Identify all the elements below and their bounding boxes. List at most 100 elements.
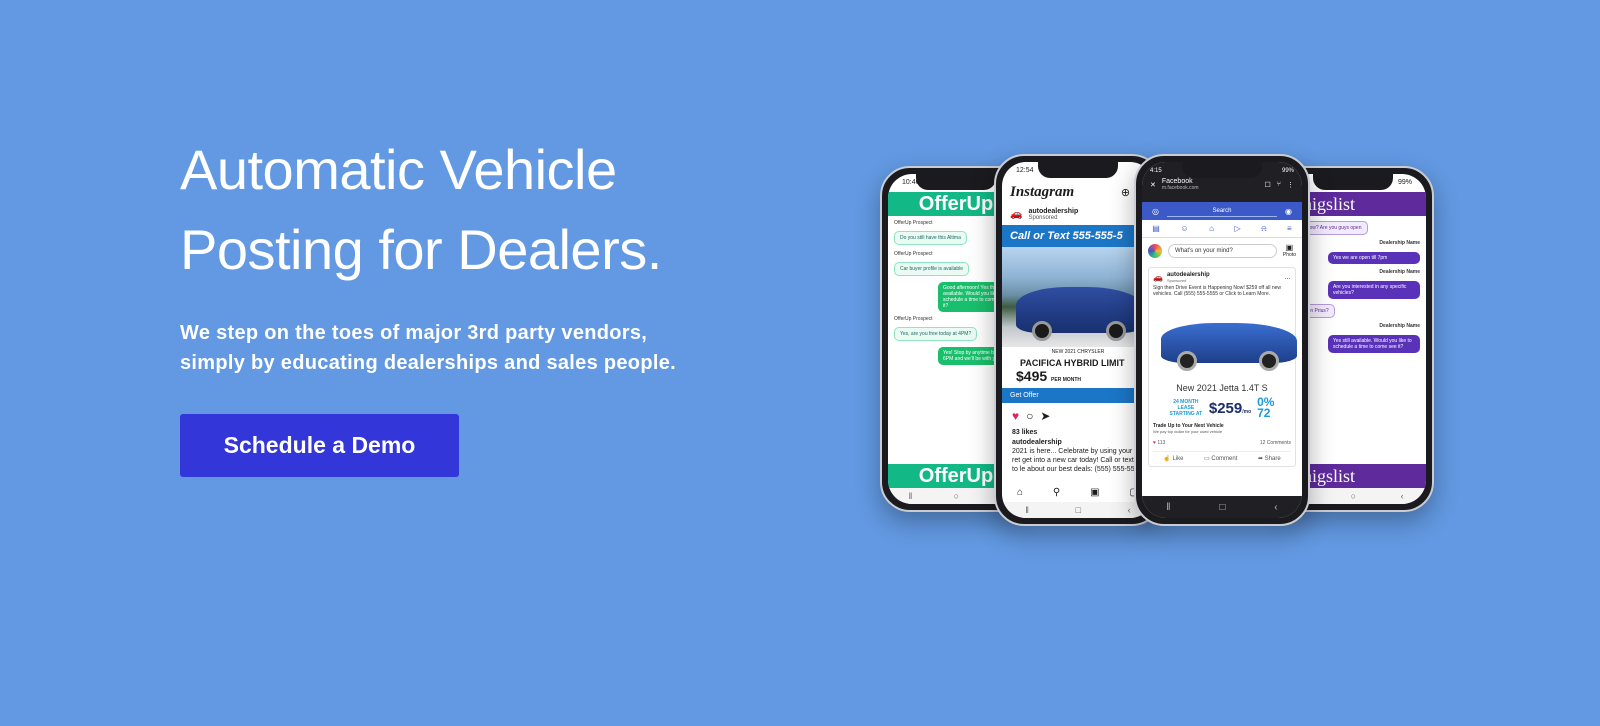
- facebook-search-bar: ◎ Search ◉: [1142, 202, 1302, 220]
- phone-notch: [1038, 162, 1118, 178]
- instagram-logo: Instagram: [1010, 183, 1075, 200]
- more-icon[interactable]: ⋮: [1287, 181, 1294, 189]
- share-icon[interactable]: ➤: [1040, 409, 1050, 423]
- sponsored-label: Sponsored: [1166, 278, 1187, 283]
- home-icon[interactable]: □: [1076, 505, 1081, 515]
- recents-icon[interactable]: ‖: [1166, 502, 1170, 513]
- share-label: Share: [1264, 456, 1281, 462]
- post-author: 🚗 autodealership Sponsored: [1002, 204, 1154, 225]
- instagram-screen: 12:54 Instagram ⊕ ♡ 🚗 autodealership Spo…: [1002, 162, 1154, 518]
- reaction-summary: ♥ 113 12 Comments: [1153, 440, 1291, 446]
- car-icon: 🚗: [1153, 273, 1163, 282]
- hero-title: Automatic Vehicle Posting for Dealers.: [180, 130, 740, 290]
- facebook-screen: 4:15 99% ✕ Facebook m.facebook.com ☐ ⑂ ⋮…: [1142, 162, 1302, 518]
- lease-offer: 24 MONTH LEASE STARTING AT $259/mo 0% 72: [1153, 395, 1291, 420]
- photo-label: Photo: [1282, 252, 1296, 258]
- wheel-shape: [1177, 351, 1197, 371]
- recents-icon[interactable]: ‖: [1025, 505, 1029, 515]
- friends-icon[interactable]: ☺: [1180, 224, 1188, 233]
- message-bubble: Car buyer profile is available: [894, 262, 970, 276]
- battery-level: 99%: [1281, 168, 1294, 174]
- reels-icon[interactable]: ▣: [1090, 487, 1099, 498]
- phone-notch: [916, 174, 996, 190]
- apr-offer: 0% 72: [1257, 395, 1275, 420]
- instagram-tab-bar: ⌂ ⚲ ▣ ▢: [1002, 482, 1154, 502]
- get-offer-button[interactable]: Get Offer: [1002, 388, 1154, 403]
- message-bubble: Yes, are you free today at 4PM?: [894, 327, 978, 341]
- like-button[interactable]: ☝ Like: [1163, 455, 1183, 462]
- battery-level: 99%: [1397, 179, 1412, 186]
- car-model: New 2021 Jetta 1.4T S: [1176, 383, 1268, 393]
- hero-title-line-1: Automatic Vehicle: [180, 138, 617, 201]
- caption-author[interactable]: autodealership: [1012, 439, 1062, 446]
- add-post-icon[interactable]: ⊕: [1121, 186, 1130, 199]
- lease-price-value: $259: [1208, 399, 1243, 417]
- status-time: 4:15: [1150, 168, 1162, 174]
- like-count: 83 likes: [1012, 429, 1038, 436]
- sponsored-post: 🚗 autodealership Sponsored … Sign then D…: [1148, 267, 1297, 467]
- comment-icon[interactable]: ○: [1026, 409, 1033, 423]
- trade-subtitle: We pay top dollar for your used vehicle: [1153, 429, 1223, 434]
- phone-facebook: 4:15 99% ✕ Facebook m.facebook.com ☐ ⑂ ⋮…: [1134, 154, 1310, 526]
- thumbs-up-icon: ☝: [1163, 456, 1171, 462]
- hero-content: Automatic Vehicle Posting for Dealers. W…: [180, 130, 740, 378]
- share-arrow-icon: ➦: [1257, 456, 1263, 462]
- phone-notch: [1182, 162, 1262, 178]
- messenger-icon[interactable]: ◉: [1285, 207, 1292, 216]
- hero-subtitle-line-2: simply by educating dealerships and sale…: [180, 352, 676, 374]
- home-icon[interactable]: ○: [1351, 491, 1356, 501]
- like-label: Like: [1172, 456, 1184, 462]
- avatar: [1148, 243, 1162, 258]
- wheel-shape: [1106, 321, 1126, 341]
- price-note: PER MONTH: [1051, 377, 1082, 383]
- comment-icon: ▭: [1204, 456, 1210, 462]
- watch-icon[interactable]: ▷: [1234, 224, 1240, 233]
- post-actions: ♥ ○ ➤: [1002, 403, 1154, 429]
- marketplace-icon[interactable]: ⌂: [1209, 224, 1214, 233]
- home-tab-icon[interactable]: ⌂: [1017, 487, 1023, 498]
- news-feed-icon[interactable]: ▤: [1152, 224, 1160, 233]
- back-icon[interactable]: ‹: [1401, 491, 1404, 501]
- photo-button[interactable]: ▣ Photo: [1283, 243, 1296, 258]
- home-icon[interactable]: □: [1219, 502, 1225, 513]
- comment-count[interactable]: 12 Comments: [1260, 440, 1291, 446]
- home-icon[interactable]: ○: [954, 491, 959, 501]
- post-text: Sign then Drive Event is Happening Now! …: [1153, 285, 1282, 297]
- hero-title-line-2: Posting for Dealers.: [180, 218, 662, 281]
- status-input[interactable]: What's on your mind?: [1168, 243, 1277, 258]
- more-options-icon[interactable]: …: [1284, 274, 1291, 281]
- schedule-demo-button[interactable]: Schedule a Demo: [180, 414, 459, 477]
- menu-icon[interactable]: ≡: [1287, 224, 1292, 233]
- account-name[interactable]: autodealership: [1028, 208, 1078, 215]
- message-bubble: Do you still have this Altima: [894, 231, 967, 245]
- search-input[interactable]: Search: [1167, 205, 1277, 217]
- reaction-icon: ♥: [1153, 440, 1156, 446]
- bookmark-icon[interactable]: ☐: [1265, 181, 1271, 189]
- lease-per: /mo: [1242, 408, 1252, 415]
- back-icon[interactable]: ‹: [1274, 502, 1277, 513]
- close-icon[interactable]: ✕: [1150, 181, 1156, 189]
- page-title: Facebook: [1161, 178, 1193, 185]
- back-icon[interactable]: ‹: [1128, 505, 1131, 515]
- android-nav-bar: ‖ □ ‹: [1142, 496, 1302, 518]
- like-heart-icon[interactable]: ♥: [1012, 409, 1019, 423]
- bell-icon[interactable]: ⍾: [1261, 224, 1266, 234]
- message-bubble-reply: Yes still available. Would you like to s…: [1328, 335, 1420, 353]
- lease-label: 24 MONTH LEASE STARTING AT: [1169, 399, 1203, 417]
- share-button[interactable]: ➦ Share: [1258, 455, 1281, 462]
- profile-icon[interactable]: ◎: [1152, 207, 1159, 216]
- recents-icon[interactable]: ‖: [909, 491, 913, 501]
- comment-button[interactable]: ▭ Comment: [1204, 455, 1237, 462]
- hero-subtitle-line-1: We step on the toes of major 3rd party v…: [180, 322, 648, 344]
- price-value: $495: [1016, 368, 1048, 384]
- page-url: m.facebook.com: [1161, 185, 1199, 191]
- reaction-count: 113: [1157, 440, 1166, 446]
- caption-text: 2021 is here... Celebrate by using your …: [1012, 448, 1144, 473]
- lease-price: $259/mo: [1209, 400, 1251, 417]
- instagram-top-bar: Instagram ⊕ ♡: [1002, 180, 1154, 204]
- share-icon[interactable]: ⑂: [1277, 181, 1281, 188]
- car-icon: 🚗: [1010, 209, 1023, 220]
- search-icon[interactable]: ⚲: [1053, 487, 1060, 498]
- hero-subtitle: We step on the toes of major 3rd party v…: [180, 318, 740, 378]
- facebook-nav: ▤ ☺ ⌂ ▷ ⍾ ≡: [1142, 220, 1302, 238]
